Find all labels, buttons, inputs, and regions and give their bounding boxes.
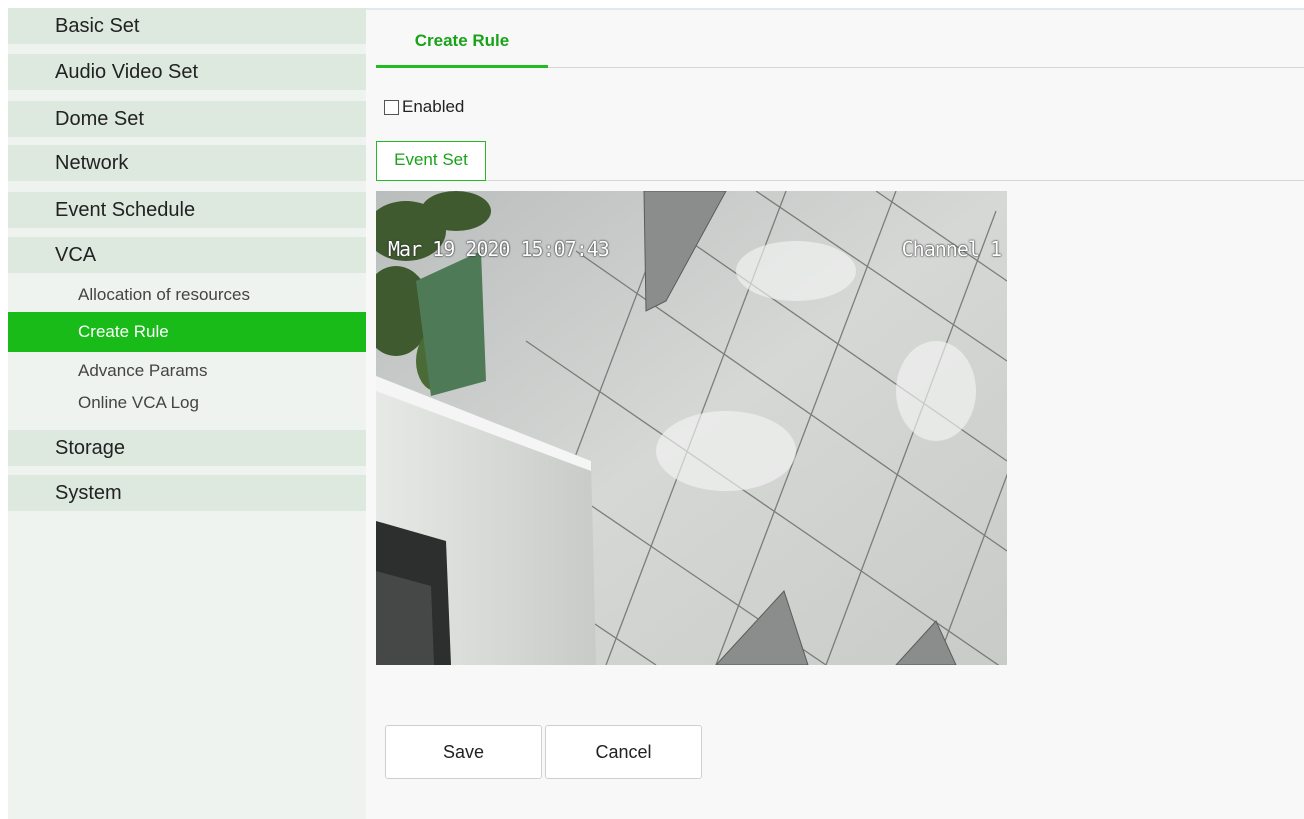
camera-image [376, 191, 1007, 665]
main-panel: Create Rule Enabled Event Set Mar 19 202… [366, 8, 1304, 819]
cancel-button[interactable]: Cancel [545, 725, 702, 779]
sidebar: Basic Set Audio Video Set Dome Set Netwo… [8, 8, 366, 819]
tab-bar: Create Rule [376, 10, 1304, 68]
app-window: Basic Set Audio Video Set Dome Set Netwo… [0, 0, 1304, 819]
sidebar-item-dome-set[interactable]: Dome Set [8, 101, 366, 137]
sidebar-item-storage[interactable]: Storage [8, 430, 366, 466]
sidebar-item-audio-video-set[interactable]: Audio Video Set [8, 54, 366, 90]
sidebar-subitem-allocation-of-resources[interactable]: Allocation of resources [8, 282, 366, 308]
sidebar-item-vca[interactable]: VCA [8, 237, 366, 273]
video-preview[interactable]: Mar 19 2020 15:07:43 Channel 1 [376, 191, 1007, 665]
enabled-label: Enabled [402, 97, 465, 116]
sidebar-item-system[interactable]: System [8, 475, 366, 511]
event-set-bar: Event Set [376, 141, 1304, 181]
sidebar-subitem-create-rule[interactable]: Create Rule [8, 312, 366, 352]
video-timestamp: Mar 19 2020 15:07:43 [388, 237, 610, 261]
sidebar-item-event-schedule[interactable]: Event Schedule [8, 192, 366, 228]
sidebar-subitem-online-vca-log[interactable]: Online VCA Log [8, 390, 366, 416]
enabled-checkbox[interactable] [384, 99, 399, 115]
tab-event-set[interactable]: Event Set [376, 141, 486, 181]
video-channel-label: Channel 1 [901, 237, 1002, 261]
tab-create-rule[interactable]: Create Rule [376, 10, 548, 68]
sidebar-subitem-advance-params[interactable]: Advance Params [8, 358, 366, 384]
save-button[interactable]: Save [385, 725, 542, 779]
enabled-row: Enabled [384, 96, 464, 118]
sidebar-item-network[interactable]: Network [8, 145, 366, 181]
sidebar-item-basic-set[interactable]: Basic Set [8, 8, 366, 44]
